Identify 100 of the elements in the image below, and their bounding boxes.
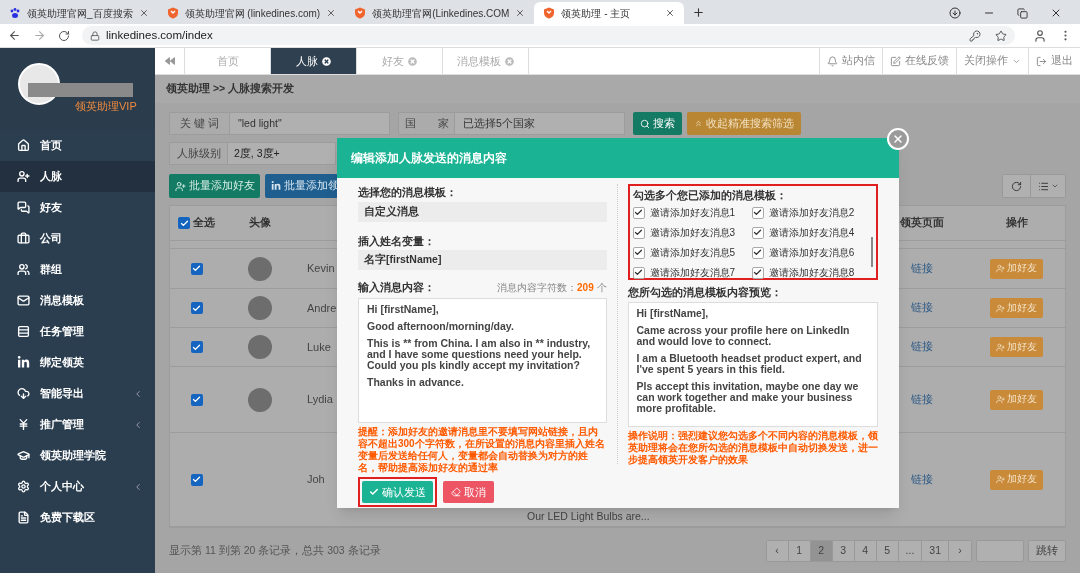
- sidebar-item[interactable]: 群组: [0, 254, 155, 285]
- browser-tab[interactable]: 领英助理官网(Linkedines.COM: [345, 2, 535, 24]
- page-button[interactable]: 31: [922, 541, 949, 561]
- sidebar-item[interactable]: 消息模板: [0, 285, 155, 316]
- page-button[interactable]: ›: [949, 541, 971, 561]
- filter-field[interactable]: 2度, 3度+: [228, 142, 336, 165]
- cloud-download-icon: [17, 387, 30, 400]
- filter-label: 关 键 词: [169, 112, 230, 135]
- check-icon: [753, 228, 763, 237]
- name-variable-select[interactable]: 名字[firstName]: [358, 250, 607, 270]
- column-header: 领英页面: [899, 215, 945, 231]
- template-select[interactable]: 自定义消息: [358, 202, 607, 222]
- close-tab-icon[interactable]: [322, 56, 331, 66]
- sidebar-item[interactable]: 任务管理: [0, 316, 155, 347]
- field-label: 勾选多个您已添加的消息模板：: [632, 188, 788, 202]
- back-icon[interactable]: [8, 29, 21, 42]
- jump-button[interactable]: 跳转: [1028, 540, 1066, 562]
- search-button[interactable]: 搜索: [633, 112, 682, 135]
- check-icon: [179, 218, 189, 228]
- refresh-icon: [1011, 180, 1022, 192]
- row-checkbox[interactable]: [190, 473, 203, 486]
- profile-link[interactable]: 链接: [911, 471, 933, 488]
- page-button[interactable]: ‹: [766, 541, 789, 561]
- nav-action[interactable]: 退出: [1028, 48, 1080, 74]
- template-checkbox[interactable]: [751, 206, 764, 219]
- page-button[interactable]: 2: [810, 541, 833, 561]
- sidebar-item[interactable]: 智能导出: [0, 378, 155, 409]
- profile-icon[interactable]: [1033, 28, 1047, 43]
- close-window-icon[interactable]: [1050, 7, 1062, 19]
- page-button[interactable]: ...: [898, 541, 923, 561]
- close-tab-icon[interactable]: [326, 8, 337, 18]
- sidebar-item[interactable]: 免费下载区: [0, 502, 155, 533]
- row-checkbox[interactable]: [190, 302, 203, 314]
- profile-link[interactable]: 链接: [911, 391, 933, 408]
- nav-action[interactable]: 站内信: [819, 48, 882, 74]
- close-tab-icon[interactable]: [515, 8, 526, 18]
- select-all-checkbox[interactable]: [178, 217, 190, 229]
- column-header: 操作: [1004, 215, 1029, 231]
- columns-menu-button[interactable]: [1031, 175, 1065, 197]
- sidebar-item[interactable]: 好友: [0, 192, 155, 223]
- nav-action[interactable]: 在线反馈: [882, 48, 956, 74]
- page-button[interactable]: 4: [854, 541, 877, 561]
- filter-field[interactable]: "led light": [230, 112, 390, 135]
- page-button[interactable]: 1: [788, 541, 811, 561]
- sidebar-item[interactable]: 推广管理: [0, 409, 155, 440]
- page-button[interactable]: 3: [832, 541, 855, 561]
- template-checkbox[interactable]: [751, 246, 764, 259]
- row-checkbox[interactable]: [190, 393, 203, 406]
- sidebar-item[interactable]: 首页: [0, 130, 155, 161]
- reload-icon[interactable]: [58, 29, 70, 42]
- refresh-button[interactable]: [1003, 175, 1031, 197]
- nav-action[interactable]: 关闭操作: [956, 48, 1028, 74]
- sidebar-item[interactable]: 公司: [0, 223, 155, 254]
- chevron-icon: [133, 388, 143, 399]
- page-button[interactable]: 5: [876, 541, 899, 561]
- browser-tab[interactable]: 领英助理官网_百度搜索: [0, 2, 158, 24]
- bulk-add-button[interactable]: 批量添加好友: [169, 174, 260, 198]
- template-checkbox[interactable]: [632, 226, 645, 239]
- confirm-send-button[interactable]: 确认发送: [362, 481, 433, 503]
- mail-icon: [17, 294, 30, 307]
- address-field[interactable]: linkedines.com/index: [82, 26, 1015, 45]
- browser-tab[interactable]: 领英助理官网 (linkedines.com): [157, 2, 346, 24]
- close-tab-icon[interactable]: [665, 8, 676, 18]
- browser-tab[interactable]: 领英助理 - 主页: [534, 2, 685, 24]
- sidebar-item[interactable]: 人脉: [0, 161, 155, 192]
- profile-link[interactable]: 链接: [911, 339, 933, 355]
- cancel-button[interactable]: 取消: [443, 481, 494, 503]
- sidebar-item[interactable]: 绑定领英: [0, 347, 155, 378]
- check-icon: [634, 268, 643, 277]
- profile-link[interactable]: 链接: [911, 260, 933, 277]
- eraser-icon: [451, 487, 461, 497]
- close-tab-icon[interactable]: [138, 8, 149, 18]
- profile-link[interactable]: 链接: [911, 300, 933, 316]
- new-tab-icon[interactable]: [692, 6, 706, 19]
- search-icon: [640, 118, 650, 129]
- bookmark-star-icon[interactable]: [995, 29, 1007, 42]
- sidebar-item[interactable]: 领英助理学院: [0, 440, 155, 471]
- row-checkbox[interactable]: [190, 341, 203, 353]
- template-checkbox[interactable]: [751, 226, 764, 239]
- user-plus-icon: [996, 264, 1005, 273]
- field-label: 插入姓名变量：: [358, 234, 436, 248]
- headline-text: Our LED Light Bulbs are...: [527, 509, 650, 525]
- template-checkbox[interactable]: [751, 266, 764, 279]
- filter-field[interactable]: 已选择5个国家: [455, 112, 625, 135]
- restore-icon[interactable]: [1017, 7, 1028, 19]
- download-circle-icon[interactable]: [949, 7, 961, 19]
- sidebar-item[interactable]: 个人中心: [0, 471, 155, 502]
- template-checkbox[interactable]: [632, 246, 645, 259]
- template-checkbox[interactable]: [632, 206, 645, 219]
- filter-label: 人脉级别: [169, 142, 228, 165]
- edit-icon: [890, 55, 901, 67]
- page-tab[interactable]: 消息模板: [443, 48, 529, 74]
- page-tab[interactable]: 人脉: [271, 48, 357, 74]
- message-field[interactable]: Hi [firstName], Good afternoon/morning/day. This is ** from China. I am also in ** industry, and I have some questions need your help. Could you pls kindly accept my invitation? Thanks in advance.: [358, 298, 607, 423]
- template-label: 邀请添加好友消息7: [649, 266, 736, 280]
- collapse-filter-button[interactable]: 收起精准搜索筛选: [687, 112, 801, 135]
- template-checkbox[interactable]: [632, 266, 645, 279]
- scrollbar-thumb: [871, 237, 873, 267]
- key-icon[interactable]: [969, 29, 981, 42]
- row-checkbox[interactable]: [190, 262, 203, 275]
